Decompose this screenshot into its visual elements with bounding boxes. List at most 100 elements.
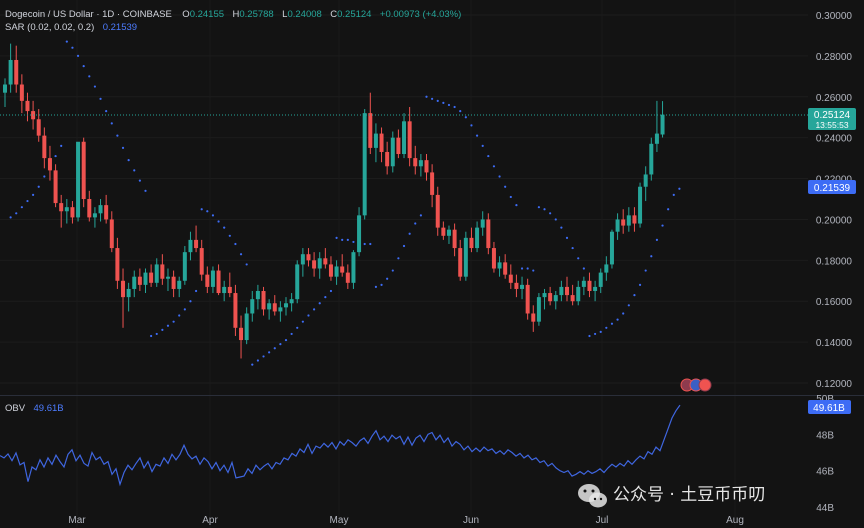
candle-body <box>334 266 339 277</box>
sar-label: SAR (0.02, 0.02, 0.2) <box>5 22 94 33</box>
candle-body <box>626 215 631 226</box>
candle-body <box>340 266 345 273</box>
sar-dot <box>605 326 608 329</box>
candle-body <box>81 141 86 199</box>
grid <box>0 0 864 528</box>
sar-dot <box>599 330 602 333</box>
sar-dot <box>318 302 321 305</box>
time-axis[interactable]: Mar Apr May Jun Jul Aug <box>68 515 744 526</box>
sar-dot <box>144 189 147 192</box>
sar-dot <box>352 240 355 244</box>
obv-value: 49.61B <box>34 403 64 414</box>
candle-body <box>47 158 52 171</box>
sar-dot <box>31 193 35 197</box>
sar-dot <box>262 355 265 358</box>
sar-dot <box>65 40 68 43</box>
sar-dot <box>515 204 518 207</box>
candle <box>581 276 586 296</box>
candle <box>486 213 491 255</box>
sar-dot <box>431 97 434 100</box>
sar-dot <box>543 208 546 211</box>
sar-dot <box>290 332 293 336</box>
price-axis[interactable]: 0.300000.280000.260000.240000.220000.200… <box>816 11 853 390</box>
obv-label: OBV <box>5 403 26 414</box>
event-icon-3[interactable] <box>698 378 712 392</box>
obv-tag-text: 49.61B <box>813 403 845 414</box>
candle-body <box>458 248 463 277</box>
sar-dot <box>150 334 153 338</box>
candle <box>643 166 648 202</box>
sar-dot <box>627 304 630 307</box>
candle <box>233 284 238 336</box>
obv-line <box>0 404 681 487</box>
candle <box>570 284 575 306</box>
countdown-text: 13:55:53 <box>815 120 848 130</box>
candle-body <box>542 293 547 298</box>
candle-body <box>177 280 182 289</box>
candle <box>514 274 519 298</box>
sar-dot <box>133 169 136 172</box>
sar-dot <box>678 187 681 190</box>
candle-body <box>587 280 592 291</box>
candle <box>469 227 474 253</box>
candle-body <box>446 229 451 236</box>
sar-dot <box>532 269 535 272</box>
candle <box>295 260 300 304</box>
candle-body <box>402 121 407 155</box>
legend-header: Dogecoin / US Dollar · 1D · COINBASE O0.… <box>5 9 461 33</box>
candle-body <box>514 282 519 289</box>
candle-body <box>278 307 283 312</box>
sar-dot <box>329 289 333 293</box>
candle <box>312 252 317 277</box>
candle-body <box>239 327 244 341</box>
candle-body <box>536 297 541 322</box>
candle <box>255 284 260 310</box>
candle-body <box>8 59 13 85</box>
candle-body <box>255 291 260 300</box>
candle <box>424 154 429 181</box>
sar-dot <box>464 116 467 119</box>
sar-dot <box>661 224 664 227</box>
sar-dot <box>183 308 186 311</box>
candle <box>53 164 58 208</box>
sar-dot <box>453 105 456 109</box>
candle-body <box>407 121 412 159</box>
sar-dot <box>633 293 636 297</box>
candle-body <box>486 219 491 249</box>
candle <box>306 248 311 267</box>
event-icons[interactable] <box>680 378 712 392</box>
candle <box>458 239 463 281</box>
sar-dot <box>560 226 563 229</box>
candle-body <box>413 158 418 167</box>
candle-body <box>430 172 435 195</box>
sar-dot <box>442 101 445 105</box>
candle <box>272 295 277 316</box>
candle-body <box>154 264 159 283</box>
candle <box>632 207 637 232</box>
candle-body <box>25 100 30 112</box>
watermark: 公众号 · 土豆币币叨 <box>578 484 765 508</box>
candle-body <box>379 133 384 152</box>
sar-dot <box>166 324 170 327</box>
candle <box>334 260 339 285</box>
candle-body <box>497 262 502 269</box>
candle-body <box>373 133 378 148</box>
candle-body <box>565 286 569 296</box>
candle-body <box>160 264 165 279</box>
sar-dot <box>487 154 490 158</box>
candle-body <box>357 215 362 253</box>
candle-body <box>70 207 75 218</box>
sar-tag-text: 0.21539 <box>814 183 851 194</box>
price-tick-label: 0.20000 <box>816 215 853 226</box>
candle <box>362 109 367 220</box>
sar-dot <box>37 185 40 188</box>
candle <box>542 288 547 310</box>
time-tick-label: May <box>330 515 349 526</box>
sar-dot <box>498 175 501 178</box>
candle <box>340 254 345 277</box>
sar-dot <box>121 146 125 149</box>
candle-body <box>306 254 311 261</box>
chart-svg: 公众号 · 土豆币币叨 Dogecoin / US Dollar · 1D · … <box>0 0 864 528</box>
sar-dot <box>667 208 670 211</box>
candle-body <box>132 276 137 289</box>
